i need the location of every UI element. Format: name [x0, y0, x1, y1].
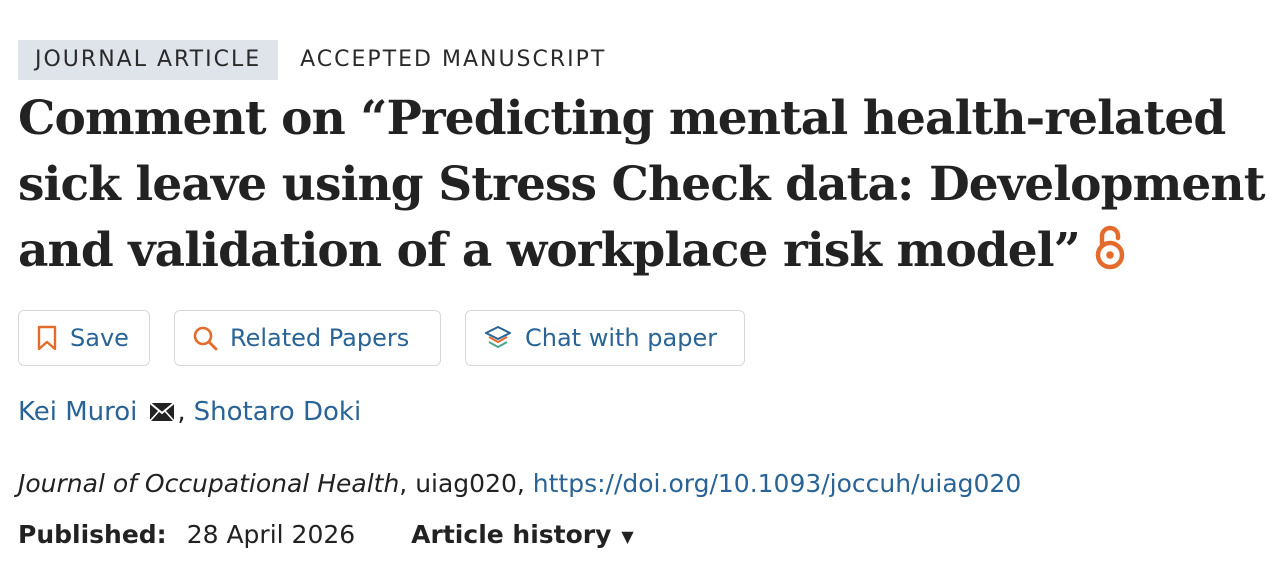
author-link-shotaro-doki[interactable]: Shotaro Doki — [194, 392, 362, 432]
article-actions: Save Related Papers Chat with paper — [18, 310, 745, 366]
author-list: Kei Muroi , Shotaro Doki — [18, 392, 361, 432]
article-identifier: , uiag020, — [399, 469, 533, 498]
article-type-badge: JOURNAL ARTICLE — [18, 40, 279, 80]
citation-line: Journal of Occupational Health, uiag020,… — [18, 464, 1021, 504]
chat-with-paper-button[interactable]: Chat with paper — [465, 310, 745, 366]
bookmark-icon — [36, 325, 58, 351]
author-link-kei-muroi[interactable]: Kei Muroi — [18, 392, 137, 432]
search-icon — [192, 325, 218, 351]
related-papers-button-label: Related Papers — [230, 324, 410, 352]
published-label: Published: — [18, 520, 167, 549]
article-history-toggle[interactable]: Article history ▼ — [411, 514, 634, 556]
caret-down-icon: ▼ — [621, 527, 634, 546]
author-separator: , — [177, 397, 186, 427]
chat-with-paper-button-label: Chat with paper — [525, 324, 718, 352]
journal-name: Journal of Occupational Health — [18, 469, 400, 498]
article-history-label: Article history — [411, 520, 612, 549]
layers-icon — [483, 324, 513, 352]
doi-link[interactable]: https://doi.org/10.1093/joccuh/uiag020 — [533, 469, 1021, 498]
save-button-label: Save — [70, 324, 129, 352]
related-papers-button[interactable]: Related Papers — [174, 310, 441, 366]
publication-info: Published: 28 April 2026 Article history… — [18, 514, 634, 556]
published-date: 28 April 2026 — [186, 520, 356, 549]
open-access-lock-icon — [1094, 222, 1126, 288]
envelope-icon[interactable] — [149, 402, 176, 422]
save-button[interactable]: Save — [18, 310, 150, 366]
article-tags: JOURNAL ARTICLE ACCEPTED MANUSCRIPT — [18, 40, 606, 80]
manuscript-status-label: ACCEPTED MANUSCRIPT — [300, 47, 607, 72]
article-title: Comment on “Predicting mental health-rel… — [18, 86, 1278, 288]
article-title-text: Comment on “Predicting mental health-rel… — [18, 91, 1265, 278]
